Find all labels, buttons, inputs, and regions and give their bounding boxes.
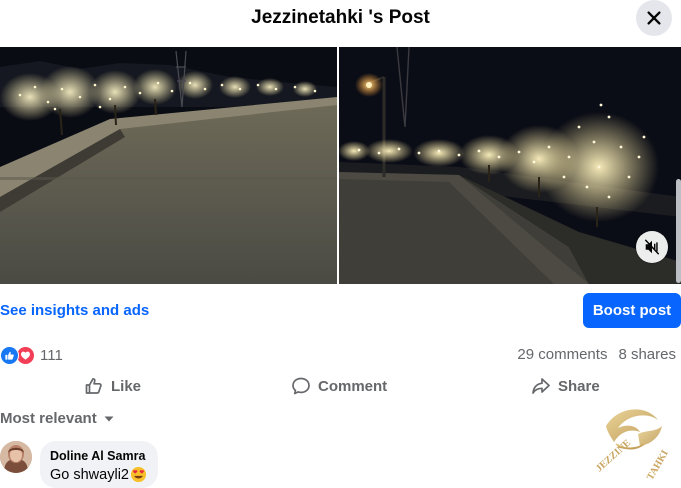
photo-road-lights-right[interactable] [339,47,681,284]
post-media [0,47,681,284]
heart-eyes-emoji-icon [130,466,147,483]
comment-text: Go shwayli2 [50,466,129,483]
sort-label: Most relevant [0,410,97,427]
avatar[interactable] [0,441,32,473]
mute-button[interactable] [636,231,668,263]
comment-label: Comment [318,377,388,395]
close-button[interactable] [636,0,672,36]
reactions-summary[interactable]: 111 [0,345,63,365]
speech-bubble-icon [292,377,310,395]
post-actions: Like Comment Share [0,371,681,401]
comment-sort-dropdown[interactable]: Most relevant [0,410,115,427]
mute-icon [644,239,660,255]
media-scrollbar[interactable] [676,179,681,283]
watermark-logo: JEZZINE TAHKI [578,398,678,486]
chevron-down-icon [104,416,114,421]
close-icon [647,11,661,25]
share-arrow-icon [532,378,550,394]
watermark-text: JEZZINE [594,437,633,474]
svg-text:TAHKI: TAHKI [645,448,671,482]
comment-bubble[interactable]: Doline Al Samra Go shwayli2 [40,441,158,488]
boost-post-button[interactable]: Boost post [583,293,681,328]
thumbs-up-outline-icon [85,377,102,394]
see-insights-link[interactable]: See insights and ads [0,302,149,319]
comment-button[interactable]: Comment [291,371,387,401]
road-lights-image [0,47,337,284]
reaction-count: 111 [40,346,63,364]
share-button[interactable]: Share [531,371,600,401]
road-lights-image [339,47,681,284]
comment-author[interactable]: Doline Al Samra [50,449,148,463]
comments-count[interactable]: 29 comments [517,346,607,363]
like-label: Like [111,377,142,395]
photo-road-lights-left[interactable] [0,47,337,284]
shares-count[interactable]: 8 shares [618,346,676,363]
engagement-counts: 29 comments 8 shares [517,346,676,363]
page-title: Jezzinetahki 's Post [251,7,430,28]
thumbs-up-icon [0,345,19,365]
like-button[interactable]: Like [84,371,141,401]
share-label: Share [558,377,600,395]
comment-body: Go shwayli2 [50,466,148,483]
post-header: Jezzinetahki 's Post [0,0,681,44]
